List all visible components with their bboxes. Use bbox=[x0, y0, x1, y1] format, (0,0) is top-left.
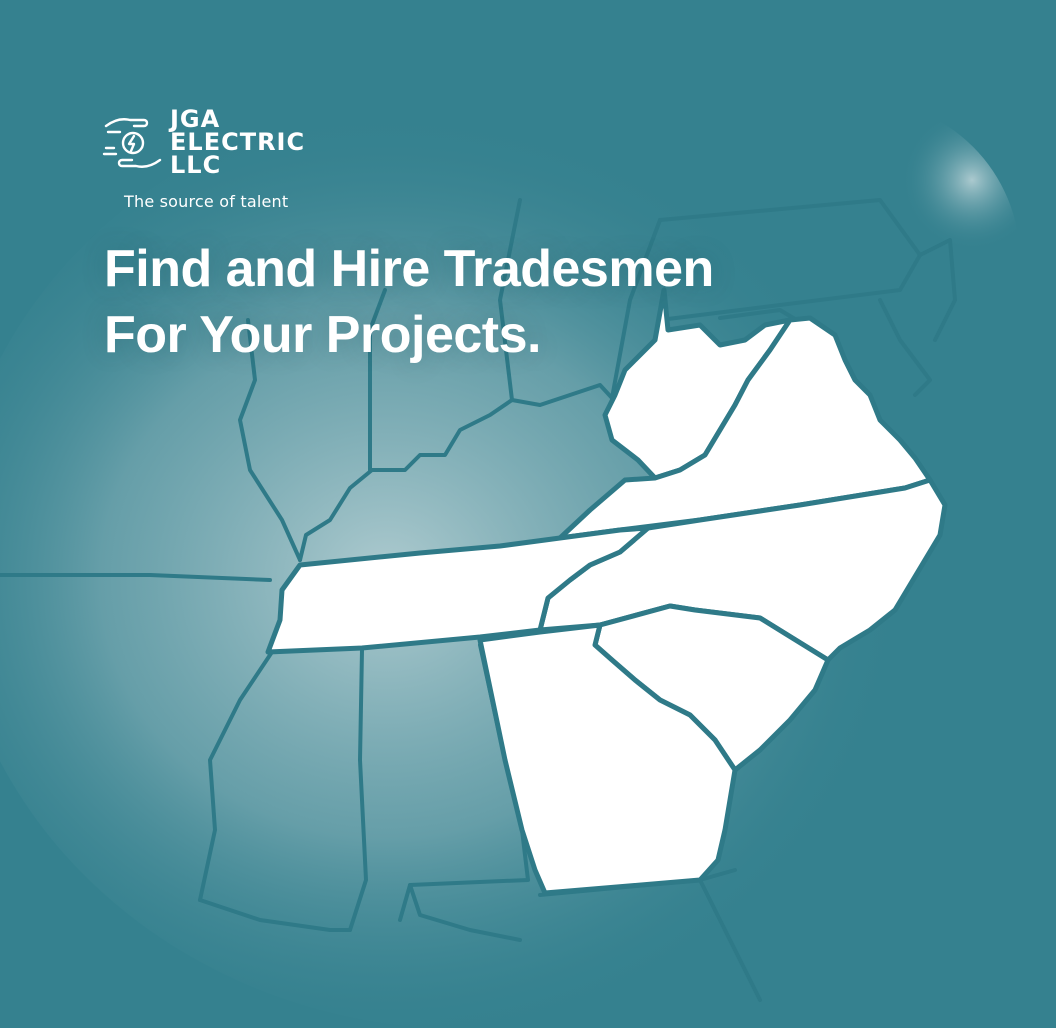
hands-lightning-icon bbox=[102, 118, 162, 168]
headline-line-2: For Your Projects. bbox=[104, 306, 541, 364]
brand-name: JGA ELECTRIC LLC bbox=[170, 107, 305, 179]
brand-tagline: The source of talent bbox=[124, 192, 289, 211]
ad-canvas: JGA ELECTRIC LLC The source of talent Fi… bbox=[0, 0, 1056, 1028]
brand-name-line-3: LLC bbox=[170, 151, 222, 179]
headline-line-1: Find and Hire Tradesmen bbox=[104, 240, 714, 298]
brand-logo[interactable]: JGA ELECTRIC LLC The source of talent bbox=[100, 107, 370, 218]
headline: Find and Hire Tradesmen For Your Project… bbox=[104, 236, 884, 368]
